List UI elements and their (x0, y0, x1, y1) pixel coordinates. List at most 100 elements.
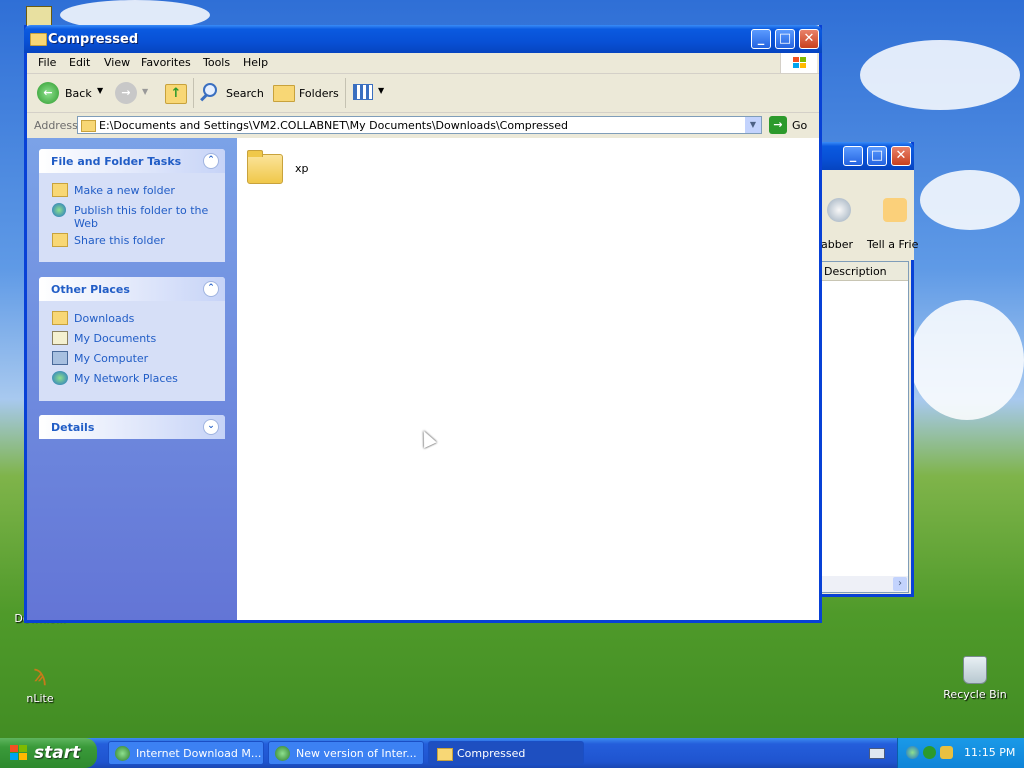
views-icon (353, 84, 373, 100)
minimize-button[interactable]: _ (843, 146, 863, 166)
other-places-panel: Other Places ⌃ Downloads My Documents My… (39, 277, 225, 401)
file-view[interactable]: xp (237, 138, 819, 620)
toolbar-divider (193, 78, 194, 108)
go-button[interactable]: → Go (768, 116, 813, 134)
panel-header[interactable]: Details ⌄ (39, 415, 225, 439)
taskbar-item-internet-download[interactable]: Internet Download M... (108, 741, 264, 765)
chevron-down-icon[interactable]: ▼ (142, 87, 148, 96)
minimize-button[interactable]: _ (751, 29, 771, 49)
up-arrow-icon: ↑ (165, 84, 187, 104)
taskbar-item-label: Internet Download M... (136, 747, 262, 760)
taskbar-item-label: New version of Inter... (296, 747, 417, 760)
menu-edit[interactable]: Edit (69, 56, 90, 69)
other-place-downloads[interactable]: Downloads (74, 312, 134, 325)
menu-view[interactable]: View (104, 56, 130, 69)
panel-header[interactable]: File and Folder Tasks ⌃ (39, 149, 225, 173)
menu-favorites[interactable]: Favorites (141, 56, 191, 69)
forward-button[interactable]: → ▼ (115, 82, 149, 106)
menu-tools[interactable]: Tools (203, 56, 230, 69)
maximize-button[interactable]: □ (867, 146, 887, 166)
background-window[interactable]: _ □ ✕ abber Tell a Frie Description › (818, 142, 918, 597)
address-label: Address (34, 119, 78, 132)
folders-button[interactable]: Folders (271, 81, 343, 105)
toolbar: ← Back ▼ → ▼ ↑ Search Folders ▼ (27, 74, 819, 113)
tray-network-icon[interactable] (906, 746, 919, 759)
folder-icon (30, 33, 47, 46)
taskbar-item-compressed[interactable]: Compressed (428, 741, 584, 765)
tell-a-friend-icon[interactable] (883, 198, 907, 222)
make-new-folder-link[interactable]: Make a new folder (74, 184, 175, 197)
folder-icon (247, 154, 283, 184)
chevron-down-icon[interactable]: ▼ (97, 86, 103, 95)
back-button[interactable]: ← Back ▼ (35, 81, 107, 105)
details-panel: Details ⌄ (39, 415, 225, 439)
panel-header[interactable]: Other Places ⌃ (39, 277, 225, 301)
address-bar: Address E:\Documents and Settings\VM2.CO… (27, 113, 819, 137)
title-bar[interactable]: Compressed _ □ ✕ (24, 25, 822, 53)
clock: 11:15 PM (964, 746, 1016, 759)
share-folder-link[interactable]: Share this folder (74, 234, 165, 247)
chevron-down-icon[interactable]: ▼ (378, 86, 384, 95)
desktop-icon-label: Recycle Bin (943, 688, 1007, 701)
task-pane: File and Folder Tasks ⌃ Make a new folde… (27, 138, 237, 620)
forward-arrow-icon: → (115, 82, 137, 104)
explorer-window[interactable]: Compressed _ □ ✕ File Edit View Favorite… (24, 25, 822, 623)
address-value: E:\Documents and Settings\VM2.COLLABNET\… (99, 119, 569, 132)
other-place-my-documents[interactable]: My Documents (74, 332, 156, 345)
address-dropdown[interactable]: ▼ (745, 117, 761, 133)
tray-update-icon[interactable] (940, 746, 953, 759)
desktop-icon-recycle-bin[interactable]: Recycle Bin (940, 656, 1010, 701)
up-folder-button[interactable]: ↑ (165, 82, 187, 104)
other-place-network-places[interactable]: My Network Places (74, 372, 178, 385)
chevron-up-icon[interactable]: ⌃ (203, 153, 219, 169)
publish-folder-link[interactable]: Publish this folder to the Web (74, 204, 209, 230)
horizontal-scrollbar[interactable]: › (822, 576, 908, 592)
folders-label: Folders (299, 87, 339, 100)
file-item[interactable]: xp (247, 150, 327, 190)
mouse-cursor-icon (417, 427, 437, 449)
globe-icon (115, 746, 130, 761)
downloads-folder-icon (52, 311, 68, 325)
windows-logo-icon (780, 53, 817, 73)
back-arrow-icon: ← (37, 82, 59, 104)
panel-title: Other Places (51, 283, 130, 296)
network-places-icon (52, 371, 68, 385)
column-header-label: Description (824, 265, 887, 278)
file-folder-tasks-panel: File and Folder Tasks ⌃ Make a new folde… (39, 149, 225, 262)
recycle-bin-icon (963, 656, 987, 684)
grabber-icon[interactable] (827, 198, 851, 222)
close-button[interactable]: ✕ (891, 146, 911, 166)
start-label: start (34, 743, 81, 763)
folder-icon (81, 120, 96, 132)
menu-file[interactable]: File (38, 56, 56, 69)
panel-title: Details (51, 421, 95, 434)
globe-icon (275, 746, 290, 761)
views-button[interactable]: ▼ (351, 81, 387, 105)
toolbar-label[interactable]: abber (821, 238, 853, 251)
desktop-icon-nlite[interactable]: ϡ nLite (5, 662, 75, 705)
other-place-my-computer[interactable]: My Computer (74, 352, 148, 365)
go-label: Go (792, 119, 808, 132)
maximize-button[interactable]: □ (775, 29, 795, 49)
desktop-icon-label: nLite (26, 692, 54, 705)
menu-bar: File Edit View Favorites Tools Help (27, 53, 819, 74)
address-field[interactable]: E:\Documents and Settings\VM2.COLLABNET\… (77, 116, 762, 134)
scroll-right-icon[interactable]: › (893, 577, 907, 591)
taskbar-item-label: Compressed (457, 747, 526, 760)
toolbar-label[interactable]: Tell a Frie (867, 238, 918, 251)
system-tray: 11:15 PM (897, 738, 1024, 768)
share-folder-icon (52, 233, 68, 247)
taskbar-item-new-version[interactable]: New version of Inter... (268, 741, 424, 765)
chevron-up-icon[interactable]: ⌃ (203, 281, 219, 297)
search-button[interactable]: Search (199, 81, 265, 105)
keyboard-icon[interactable] (869, 748, 885, 759)
start-button[interactable]: start (0, 738, 97, 768)
chevron-down-icon[interactable]: ⌄ (203, 419, 219, 435)
column-header-description[interactable]: Description (822, 262, 908, 281)
publish-web-icon (52, 203, 66, 217)
tray-app-icon[interactable] (923, 746, 936, 759)
back-label: Back (65, 87, 92, 100)
menu-help[interactable]: Help (243, 56, 268, 69)
folder-icon (437, 748, 453, 761)
close-button[interactable]: ✕ (799, 29, 819, 49)
